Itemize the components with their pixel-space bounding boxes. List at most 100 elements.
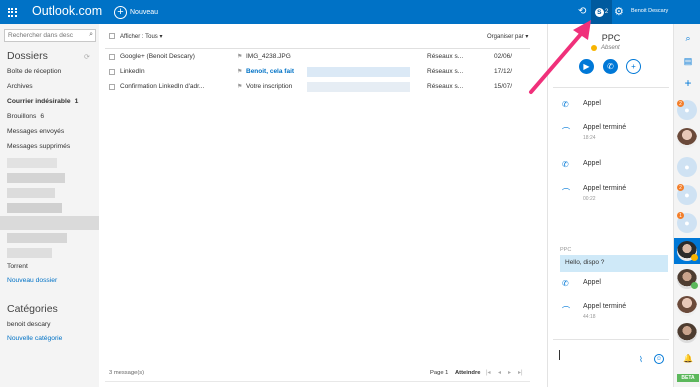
arrange-by-dropdown[interactable]: Organiser par ▾ bbox=[487, 33, 528, 40]
redacted-folder[interactable] bbox=[7, 203, 62, 213]
arrange-label: Organiser par bbox=[487, 34, 524, 40]
message-row[interactable]: Confirmation LinkedIn d'adr... ⚑ Votre i… bbox=[100, 80, 534, 95]
skype-icon: S bbox=[594, 7, 604, 17]
search-input[interactable] bbox=[5, 30, 85, 41]
undo-icon[interactable]: ⟲ bbox=[578, 6, 590, 18]
video-call-button[interactable]: ▶ bbox=[579, 59, 594, 74]
message-row[interactable]: Google+ (Benoit Descary) ⚑ IMG_4238.JPG … bbox=[100, 50, 534, 65]
add-person-icon: + bbox=[631, 62, 636, 71]
filter-dropdown[interactable]: Afficher : Tous ▾ bbox=[120, 33, 163, 40]
folder-label: Boîte de réception bbox=[7, 68, 62, 75]
call-event: Appel terminé bbox=[583, 124, 627, 131]
folders-heading[interactable]: Dossiers bbox=[7, 50, 48, 62]
call-duration: 00:22 bbox=[583, 196, 596, 202]
first-page-icon[interactable]: |◂ bbox=[486, 369, 491, 376]
redacted-preview bbox=[307, 82, 410, 92]
flag-icon[interactable]: ⚑ bbox=[237, 53, 242, 60]
folder-drafts[interactable]: Brouillons 6 bbox=[7, 112, 44, 122]
call-duration: 18:24 bbox=[583, 135, 596, 141]
contact-avatar[interactable]: ● bbox=[677, 157, 697, 177]
subject: Benoit, cela fait bbox=[246, 68, 295, 75]
prev-page-icon[interactable]: ◂ bbox=[498, 369, 501, 376]
subject: IMG_4238.JPG bbox=[246, 53, 291, 60]
message-sender: PPC bbox=[560, 247, 572, 253]
paperclip-icon[interactable]: ⌇ bbox=[639, 355, 643, 364]
contact-avatar[interactable] bbox=[677, 323, 697, 343]
row-checkbox[interactable] bbox=[109, 84, 115, 90]
categories-heading: Catégories bbox=[7, 303, 58, 315]
add-contact-button[interactable]: + bbox=[626, 59, 641, 74]
voice-call-button[interactable]: ✆ bbox=[603, 59, 618, 74]
skype-contacts-rail: ⌕ ▤ + ● 2 ● ● 2 ● 1 🔔 BETA bbox=[673, 24, 700, 387]
phone-icon: ✆ bbox=[562, 100, 569, 109]
chat-compose-input[interactable] bbox=[559, 350, 639, 360]
date: 02/06/ bbox=[494, 53, 513, 60]
folder-label: Brouillons bbox=[7, 113, 37, 120]
contact-avatar[interactable] bbox=[677, 128, 697, 148]
refresh-icon[interactable]: ⟳ bbox=[84, 53, 90, 61]
date: 17/12/ bbox=[494, 68, 513, 75]
chat-message[interactable]: Hello, dispo ? bbox=[560, 255, 668, 272]
brand-logo[interactable]: Outlook.com bbox=[32, 4, 102, 18]
contacts-book-icon[interactable]: ▤ bbox=[682, 56, 694, 67]
folder-archives[interactable]: Archives bbox=[7, 82, 33, 92]
new-message-label: Nouveau bbox=[130, 8, 159, 16]
redacted-folder-selected[interactable] bbox=[0, 216, 99, 230]
redacted-folder[interactable] bbox=[7, 173, 65, 183]
message-row[interactable]: LinkedIn ⚑ Benoit, cela fait Réseaux s..… bbox=[100, 65, 534, 80]
user-name[interactable]: Benoit Descary bbox=[631, 8, 668, 14]
waffle-icon bbox=[7, 7, 17, 17]
folder-pane: ⌕ Dossiers ⟳ Boîte de réception Archives… bbox=[0, 24, 99, 387]
folder-tag: Réseaux s... bbox=[427, 83, 464, 90]
contact-avatar[interactable] bbox=[677, 296, 697, 316]
list-toolbar: Afficher : Tous ▾ Organiser par ▾ bbox=[100, 24, 534, 48]
phone-icon: ✆ bbox=[607, 62, 614, 71]
filter-label: Afficher : Tous bbox=[120, 34, 158, 40]
redacted-folder[interactable] bbox=[7, 158, 57, 168]
goto-page-button[interactable]: Atteindre bbox=[455, 370, 480, 376]
new-category-link[interactable]: Nouvelle catégorie bbox=[7, 334, 62, 344]
folder-inbox[interactable]: Boîte de réception bbox=[7, 67, 61, 77]
folder-sent[interactable]: Messages envoyés bbox=[7, 127, 64, 137]
unread-badge: 2 bbox=[677, 100, 684, 107]
new-folder-link[interactable]: Nouveau dossier bbox=[7, 276, 57, 286]
folder-label: Courrier indésirable bbox=[7, 98, 71, 105]
emoticon-icon[interactable]: ☺ bbox=[654, 354, 664, 364]
bell-icon[interactable]: 🔔 bbox=[683, 354, 693, 363]
app-launcher-button[interactable] bbox=[0, 0, 24, 24]
sender: Google+ (Benoit Descary) bbox=[120, 53, 195, 60]
flag-icon[interactable]: ⚑ bbox=[237, 83, 242, 90]
phone-icon: ✆ bbox=[562, 160, 569, 169]
new-message-button[interactable]: + Nouveau bbox=[114, 4, 158, 20]
add-icon[interactable]: + bbox=[682, 76, 694, 90]
contact-name[interactable]: PPC bbox=[548, 33, 674, 43]
folder-torrent[interactable]: Torrent bbox=[7, 262, 28, 272]
page-label: Page 1 bbox=[430, 370, 449, 376]
skype-button[interactable]: S 2 bbox=[591, 0, 612, 24]
video-icon: ▶ bbox=[583, 62, 590, 71]
footer-divider bbox=[105, 381, 530, 382]
category-item[interactable]: benoit descary bbox=[7, 320, 51, 330]
folder-deleted[interactable]: Messages supprimés bbox=[7, 142, 70, 152]
redacted-folder[interactable] bbox=[7, 248, 52, 258]
search-icon[interactable]: ⌕ bbox=[89, 31, 93, 39]
message-count: 3 message(s) bbox=[109, 370, 145, 376]
search-icon[interactable]: ⌕ bbox=[682, 33, 694, 44]
subject: Votre inscription bbox=[246, 83, 293, 90]
away-status-icon bbox=[691, 254, 698, 261]
last-page-icon[interactable]: ▸| bbox=[518, 369, 523, 376]
next-page-icon[interactable]: ▸ bbox=[508, 369, 511, 376]
select-all-checkbox[interactable] bbox=[109, 33, 115, 39]
folder-count: 6 bbox=[40, 113, 45, 120]
call-event: Appel bbox=[583, 100, 601, 107]
search-box: ⌕ bbox=[4, 29, 96, 42]
redacted-folder[interactable] bbox=[7, 188, 55, 198]
row-checkbox[interactable] bbox=[109, 54, 115, 60]
call-ended-icon: ⌒ bbox=[562, 306, 570, 315]
folder-junk[interactable]: Courrier indésirable 1 bbox=[7, 97, 78, 107]
status-label: Absent bbox=[601, 45, 620, 51]
redacted-folder[interactable] bbox=[7, 233, 67, 243]
flag-icon[interactable]: ⚑ bbox=[237, 68, 242, 75]
row-checkbox[interactable] bbox=[109, 69, 115, 75]
gear-icon[interactable]: ⚙ bbox=[614, 5, 627, 18]
